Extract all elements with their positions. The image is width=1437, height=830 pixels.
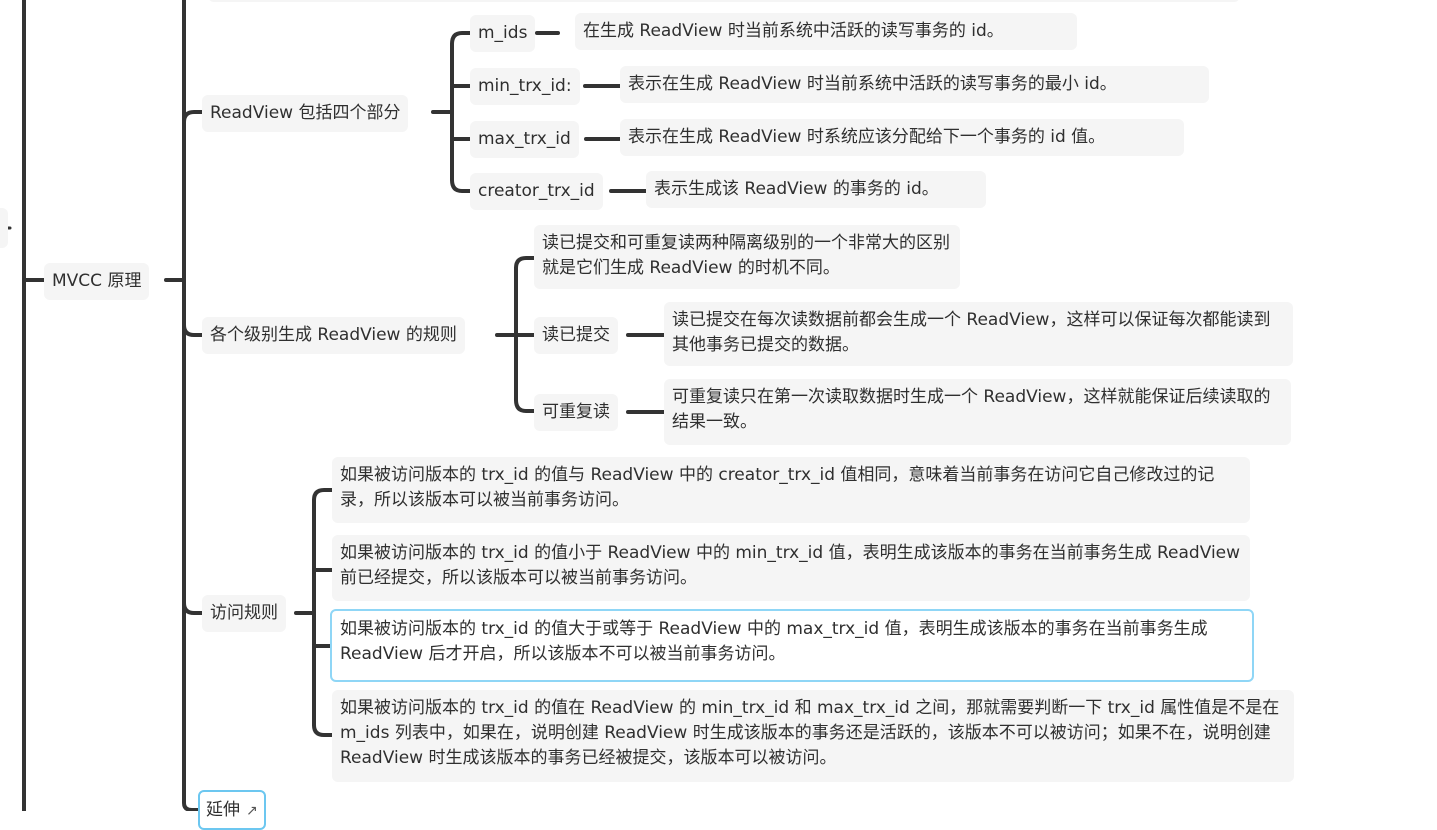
partial-node-left[interactable] bbox=[0, 208, 8, 248]
mvcc-principle-node[interactable]: MVCC 原理 bbox=[44, 263, 150, 300]
extend-label: 延伸 bbox=[206, 800, 240, 820]
repeatable-read-node[interactable]: 可重复读 bbox=[534, 394, 618, 431]
creator-trx-id-node[interactable]: creator_trx_id bbox=[470, 173, 603, 210]
partial-node-top[interactable] bbox=[208, 0, 1240, 2]
access-rules-node[interactable]: 访问规则 bbox=[202, 595, 286, 632]
min-trx-id-desc-node[interactable]: 表示在生成 ReadView 时当前系统中活跃的读写事务的最小 id。 bbox=[620, 66, 1209, 103]
extend-node[interactable]: 延伸 ↗ bbox=[198, 790, 266, 830]
max-trx-id-node[interactable]: max_trx_id bbox=[470, 121, 579, 158]
levels-intro-node[interactable]: 读已提交和可重复读两种隔离级别的一个非常大的区别就是它们生成 ReadView … bbox=[534, 225, 960, 289]
access-rule-1-node[interactable]: 如果被访问版本的 trx_id 的值与 ReadView 中的 creator_… bbox=[332, 457, 1250, 523]
max-trx-id-desc-node[interactable]: 表示在生成 ReadView 时系统应该分配给下一个事务的 id 值。 bbox=[620, 119, 1184, 156]
repeatable-read-desc-node[interactable]: 可重复读只在第一次读取数据时生成一个 ReadView，这样就能保证后续读取的结… bbox=[664, 379, 1291, 445]
levels-rule-node[interactable]: 各个级别生成 ReadView 的规则 bbox=[202, 317, 465, 354]
m-ids-desc-node[interactable]: 在生成 ReadView 时当前系统中活跃的读写事务的 id。 bbox=[575, 13, 1077, 50]
access-rule-2-node[interactable]: 如果被访问版本的 trx_id 的值小于 ReadView 中的 min_trx… bbox=[332, 535, 1250, 601]
access-rule-3-node[interactable]: 如果被访问版本的 trx_id 的值大于或等于 ReadView 中的 max_… bbox=[330, 609, 1254, 682]
read-committed-node[interactable]: 读已提交 bbox=[534, 317, 618, 354]
creator-trx-id-desc-node[interactable]: 表示生成该 ReadView 的事务的 id。 bbox=[646, 171, 986, 208]
readview-parts-node[interactable]: ReadView 包括四个部分 bbox=[202, 95, 409, 132]
access-rule-4-node[interactable]: 如果被访问版本的 trx_id 的值在 ReadView 的 min_trx_i… bbox=[332, 690, 1294, 782]
external-link-icon[interactable]: ↗ bbox=[246, 799, 258, 824]
m-ids-node[interactable]: m_ids bbox=[470, 15, 536, 52]
min-trx-id-node[interactable]: min_trx_id: bbox=[470, 68, 580, 105]
read-committed-desc-node[interactable]: 读已提交在每次读数据前都会生成一个 ReadView，这样可以保证每次都能读到其… bbox=[664, 302, 1293, 366]
